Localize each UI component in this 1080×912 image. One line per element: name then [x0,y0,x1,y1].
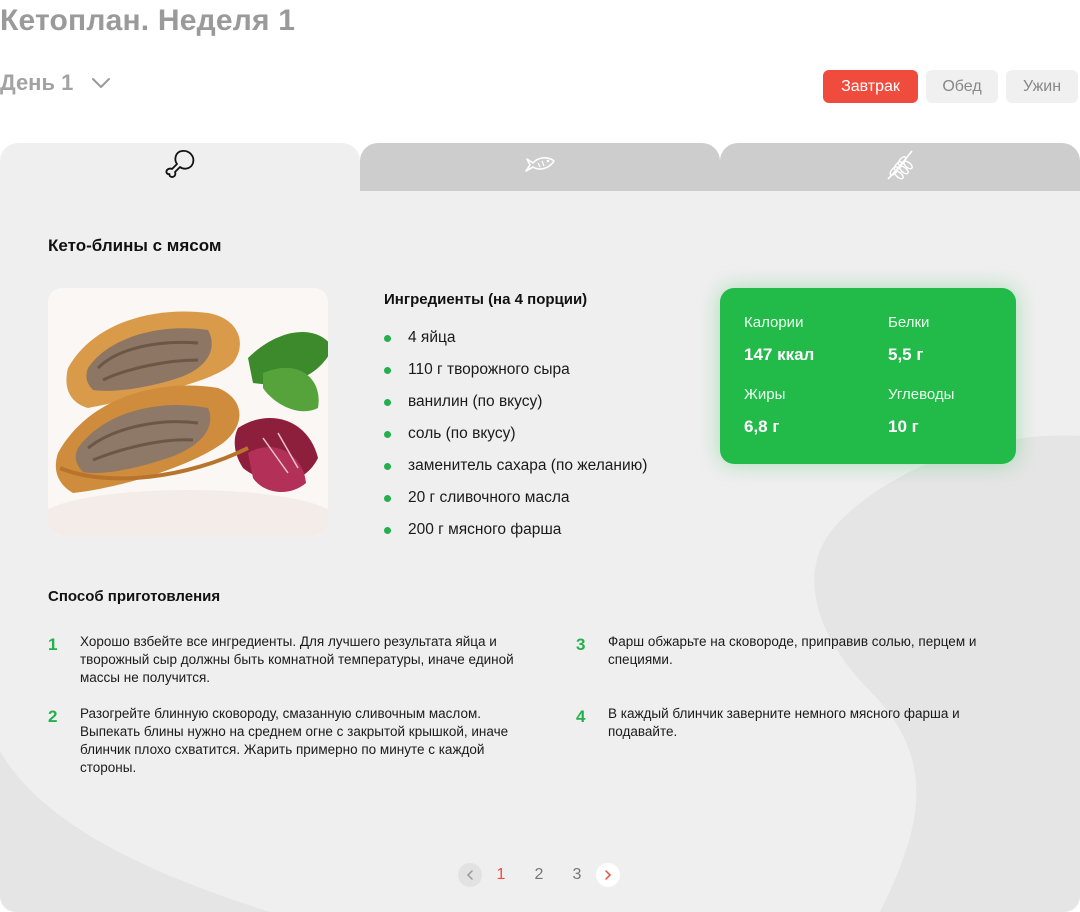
step-text: Разогрейте блинную сковороду, смазанную … [80,706,509,775]
calories-value: 147 ккал [744,345,815,364]
list-item: 20 г сливочного масла [384,488,647,520]
meal-lunch-button[interactable]: Обед [926,70,998,103]
calories-label: Калории [744,314,804,331]
step-number: 3 [576,635,586,654]
step-text: Фарш обжарьте на сковороде, приправив со… [608,634,977,667]
ingredient-text: 200 г мясного фарша [408,521,562,538]
ingredients-list: 4 яйца 110 г творожного сыра ванилин (по… [384,328,647,552]
ingredients-title: Ингредиенты (на 4 порции) [384,291,588,308]
meal-selector: Завтрак Обед Ужин [823,70,1078,103]
ingredient-text: 20 г сливочного масла [408,489,570,506]
day-selector[interactable]: День 1 [0,70,111,96]
page-1-link[interactable]: 1 [482,866,520,884]
step-number: 2 [48,707,58,726]
protein-label: Белки [888,314,930,331]
meal-dinner-button[interactable]: Ужин [1006,70,1078,103]
next-page-button[interactable] [596,863,620,887]
tab-fish[interactable] [360,143,720,192]
bullet-icon [384,335,391,342]
list-item: заменитель сахара (по желанию) [384,456,647,488]
bullet-icon [384,367,391,374]
recipe-title: Кето-блины с мясом [48,236,222,255]
day-label: День 1 [0,70,74,95]
bullet-icon [384,527,391,534]
fat-cell: Жиры 6,8 г [744,386,785,437]
chicken-leg-icon [162,147,198,188]
fat-value: 6,8 г [744,417,780,436]
prev-page-button[interactable] [458,863,482,887]
bullet-icon [384,495,391,502]
carbs-value: 10 г [888,417,919,436]
page-2-link[interactable]: 2 [520,866,558,884]
ingredient-text: заменитель сахара (по желанию) [408,457,648,474]
category-tabs [0,143,1080,192]
page-3-link[interactable]: 3 [558,866,596,884]
protein-value: 5,5 г [888,345,924,364]
bullet-icon [384,399,391,406]
fat-label: Жиры [744,386,786,403]
list-item: ванилин (по вкусу) [384,392,647,424]
list-item: соль (по вкусу) [384,424,647,456]
step-text: В каждый блинчик заверните немного мясно… [608,706,960,739]
bullet-icon [384,431,391,438]
nutrition-card: Калории 147 ккал Белки 5,5 г Жиры 6,8 г … [720,288,1016,464]
list-item: 200 г мясного фарша [384,520,647,552]
pagination: 1 2 3 [458,863,620,887]
tab-meat[interactable] [0,143,360,192]
carbs-cell: Углеводы 10 г [888,386,954,437]
ingredient-text: соль (по вкусу) [408,425,516,442]
chevron-down-icon [91,73,111,93]
list-item: 4 яйца [384,328,647,360]
step-text: Хорошо взбейте все ингредиенты. Для лучш… [80,634,514,685]
fish-icon [522,147,558,188]
recipe-photo [48,288,328,536]
meal-breakfast-button[interactable]: Завтрак [823,70,918,103]
wheat-icon [882,147,918,188]
ingredient-text: ванилин (по вкусу) [408,393,543,410]
method-title: Способ приготовления [48,588,221,605]
step-number: 4 [576,707,586,726]
step-number: 1 [48,635,58,654]
carbs-label: Углеводы [888,386,955,403]
ingredient-text: 4 яйца [408,329,456,346]
list-item: 110 г творожного сыра [384,360,647,392]
protein-cell: Белки 5,5 г [888,314,929,365]
tab-vegetarian[interactable] [720,143,1080,192]
ingredient-text: 110 г творожного сыра [408,361,570,378]
chevron-right-icon [605,870,612,880]
page-title: Кетоплан. Неделя 1 [0,4,296,37]
chevron-left-icon [466,870,473,880]
recipe-panel: Кето-блины с мясом Ингредиенты (на 4 пор… [0,191,1080,912]
bullet-icon [384,463,391,470]
calories-cell: Калории 147 ккал [744,314,814,365]
